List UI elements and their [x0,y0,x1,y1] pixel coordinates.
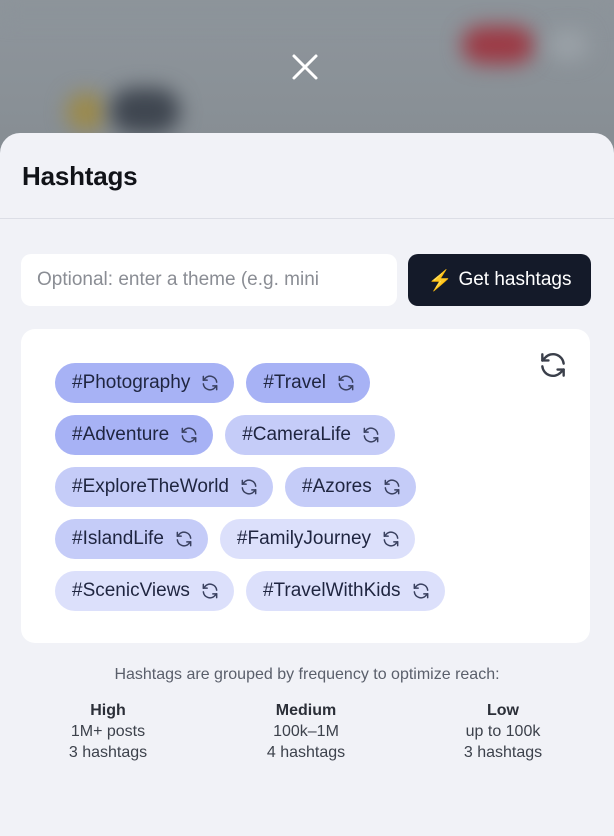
hashtag-chip[interactable]: #Adventure [55,415,214,455]
get-hashtags-label: Get hashtags [458,269,572,290]
legend-group-high: High 1M+ posts 3 hashtags [18,702,198,762]
hashtag-text: #Azores [302,476,372,497]
hashtag-text: #ScenicViews [72,580,190,601]
sheet-header: Hashtags [0,133,614,219]
hashtag-chip[interactable]: #ScenicViews [55,571,234,611]
theme-input[interactable] [21,254,397,306]
hashtag-card: #Photography #Travel #Adventure #CameraLife… [21,329,590,643]
hashtag-text: #Adventure [72,424,170,445]
hashtags-sheet: Hashtags ⚡ Get hashtags #Photography #Tra… [0,133,614,836]
refresh-icon [363,427,379,443]
hashtag-list: #Photography #Travel #Adventure #CameraLife… [55,363,525,611]
regenerate-hashtag-button[interactable] [239,477,259,497]
legend-group-name: Medium [275,702,337,719]
refresh-all-button[interactable] [537,349,569,381]
hashtag-chip[interactable]: #FamilyJourney [219,519,416,559]
legend-group-name: High [90,702,126,719]
close-button[interactable] [288,50,322,84]
legend-group-range: 100k–1M [273,723,339,740]
background-blur [548,30,588,60]
get-hashtags-button[interactable]: ⚡ Get hashtags [408,254,591,306]
hashtag-text: #Travel [263,372,326,393]
legend-groups: High 1M+ posts 3 hashtags Medium 100k–1M… [0,702,614,772]
legend-group-low: Low up to 100k 3 hashtags [413,702,593,762]
lightning-icon: ⚡ [427,269,453,292]
background-blur [110,88,180,134]
legend-group-range: up to 100k [465,723,541,740]
hashtag-chip[interactable]: #Photography [55,363,235,403]
hashtag-text: #IslandLife [72,528,164,549]
background-blur [0,0,614,18]
regenerate-hashtag-button[interactable] [361,425,381,445]
regenerate-hashtag-button[interactable] [174,529,194,549]
hashtag-chip[interactable]: #Travel [246,363,370,403]
legend-group-name: Low [487,702,519,719]
refresh-icon [181,427,197,443]
hashtag-chip[interactable]: #ExploreTheWorld [55,467,274,507]
hashtag-chip[interactable]: #Azores [285,467,416,507]
legend-group-medium: Medium 100k–1M 4 hashtags [216,702,396,762]
refresh-icon [338,375,354,391]
refresh-icon [384,479,400,495]
background-blur [462,26,534,64]
sheet-title: Hashtags [22,161,138,191]
regenerate-hashtag-button[interactable] [382,477,402,497]
refresh-icon [413,583,428,599]
regenerate-hashtag-button[interactable] [200,373,220,393]
regenerate-hashtag-button[interactable] [200,581,220,601]
background-blur [66,92,106,132]
regenerate-hashtag-button[interactable] [336,373,356,393]
legend-group-count: 3 hashtags [463,744,543,761]
refresh-icon [176,531,192,547]
close-icon [292,54,318,80]
refresh-icon [241,479,257,495]
legend-group-count: 3 hashtags [68,744,148,761]
hashtag-text: #Photography [72,372,191,393]
hashtag-text: #FamilyJourney [236,528,372,549]
theme-input-row: ⚡ Get hashtags [21,254,591,306]
refresh-icon [202,583,218,599]
hashtag-text: #TravelWithKids [262,580,401,601]
hashtag-chip[interactable]: #IslandLife [55,519,208,559]
hashtag-text: #ExploreTheWorld [72,476,230,497]
regenerate-hashtag-button[interactable] [179,425,199,445]
regenerate-hashtag-button[interactable] [381,529,401,549]
regenerate-hashtag-button[interactable] [411,581,431,601]
legend-group-count: 4 hashtags [266,744,346,761]
refresh-icon [541,352,565,378]
legend-intro: Hashtags are grouped by frequency to opt… [114,666,500,683]
hashtag-chip[interactable]: #CameraLife [225,415,395,455]
refresh-icon [202,375,218,391]
refresh-icon [383,531,399,547]
frequency-legend: Hashtags are grouped by frequency to opt… [0,666,614,761]
hashtag-text: #CameraLife [242,424,351,445]
legend-group-range: 1M+ posts [70,723,146,740]
hashtag-chip[interactable]: #TravelWithKids [245,571,445,611]
